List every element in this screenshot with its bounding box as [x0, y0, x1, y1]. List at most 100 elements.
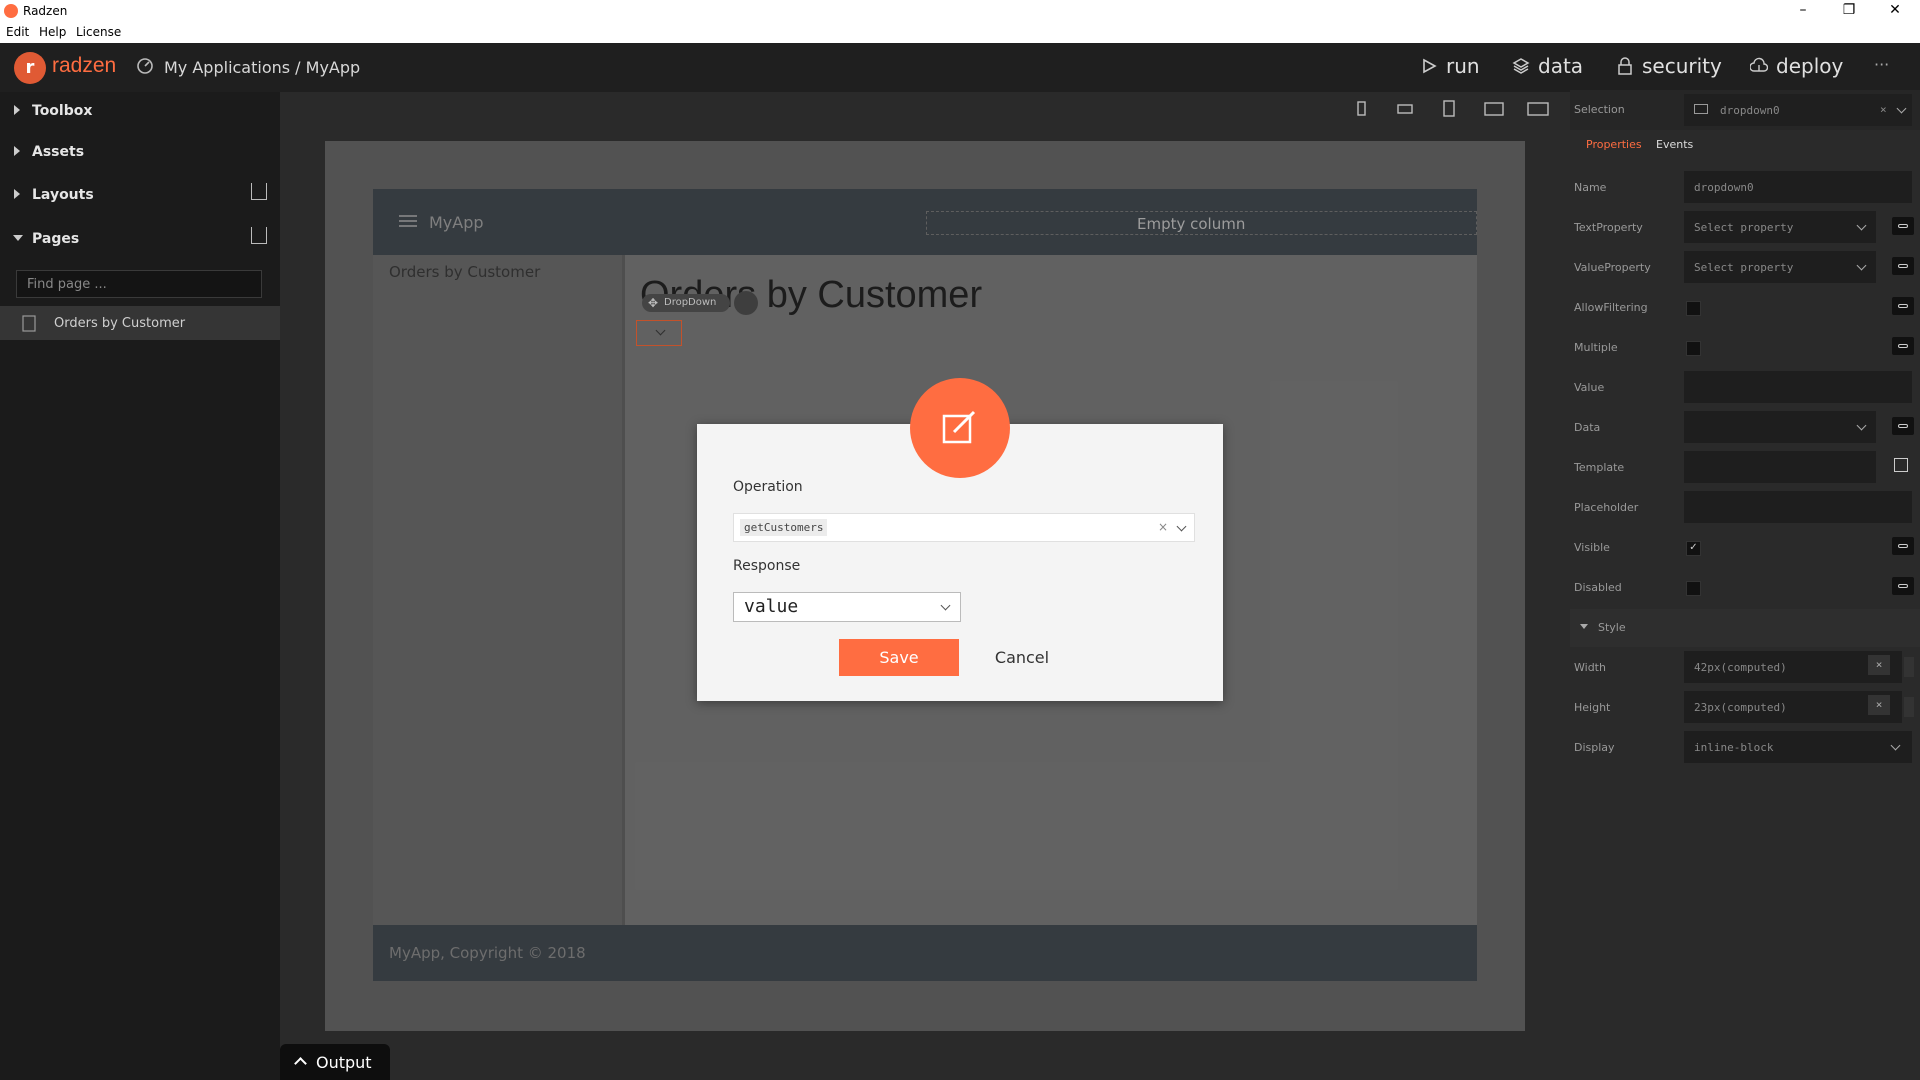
security-label: security — [1642, 54, 1722, 78]
dashboard-icon[interactable] — [136, 56, 154, 74]
property-label: Multiple — [1574, 341, 1618, 354]
property-row-valueproperty: ValueProperty Select property — [1570, 249, 1920, 287]
restore-icon[interactable]: ❐ — [1826, 0, 1872, 22]
textproperty-select[interactable]: Select property — [1684, 211, 1876, 243]
bind-link-icon[interactable] — [1892, 577, 1914, 595]
window-title: Radzen — [23, 4, 68, 18]
value-field[interactable] — [1684, 371, 1912, 403]
multiple-checkbox[interactable] — [1686, 341, 1701, 356]
template-field[interactable] — [1684, 451, 1876, 483]
property-label: AllowFiltering — [1574, 301, 1648, 314]
name-field[interactable]: dropdown0 — [1684, 171, 1912, 203]
menu-help[interactable]: Help — [39, 25, 66, 39]
more-icon[interactable]: ··· — [1874, 55, 1889, 74]
select-value: Select property — [1694, 221, 1794, 234]
stepper-icon[interactable] — [1904, 697, 1914, 717]
bind-link-icon[interactable] — [1892, 537, 1914, 555]
property-row-data: Data — [1570, 409, 1920, 447]
clear-icon[interactable]: × — [1868, 655, 1890, 675]
allowfiltering-checkbox[interactable] — [1686, 301, 1701, 316]
clear-icon[interactable]: × — [1868, 695, 1890, 715]
property-label: Disabled — [1574, 581, 1622, 594]
field-value: 23px(computed) — [1694, 701, 1787, 714]
disabled-checkbox[interactable] — [1686, 581, 1701, 596]
property-label: Data — [1574, 421, 1601, 434]
selection-dropdown[interactable]: dropdown0 × — [1684, 94, 1912, 126]
chevron-up-icon — [294, 1057, 307, 1070]
sidebar-item-pages[interactable]: Pages — [0, 220, 280, 260]
property-row-value: Value — [1570, 369, 1920, 407]
response-label: Response — [733, 558, 801, 574]
chevron-down-icon — [1856, 220, 1867, 231]
tab-properties[interactable]: Properties — [1586, 138, 1642, 151]
layers-icon — [1512, 58, 1530, 74]
valueproperty-select[interactable]: Select property — [1684, 251, 1876, 283]
cancel-button[interactable]: Cancel — [980, 639, 1064, 676]
stepper-icon[interactable] — [1904, 657, 1914, 677]
close-icon[interactable]: ✕ — [1872, 0, 1918, 22]
display-select[interactable]: inline-block — [1684, 731, 1912, 763]
run-button[interactable]: run — [1420, 54, 1480, 78]
selection-label: Selection — [1574, 103, 1625, 116]
width-field[interactable]: 42px(computed) × — [1684, 651, 1902, 683]
breadcrumb[interactable]: My Applications / MyApp — [164, 58, 360, 77]
chevron-down-icon — [1856, 260, 1867, 271]
property-row-template: Template — [1570, 449, 1920, 487]
selection-value: dropdown0 — [1720, 104, 1780, 117]
save-button[interactable]: Save — [839, 639, 959, 676]
placeholder-field[interactable] — [1684, 491, 1912, 523]
operation-value-chip: getCustomers — [740, 519, 828, 536]
style-section-header[interactable]: Style — [1570, 609, 1920, 647]
sidebar-item-label: Assets — [32, 144, 85, 160]
data-select[interactable] — [1684, 411, 1876, 443]
minimize-icon[interactable]: – — [1780, 0, 1826, 22]
page-list-item[interactable]: Orders by Customer — [0, 306, 280, 340]
menu-edit[interactable]: Edit — [6, 25, 29, 39]
property-label: TextProperty — [1574, 221, 1643, 234]
selection-row: Selection dropdown0 × — [1570, 90, 1920, 130]
page-list-label: Orders by Customer — [54, 316, 186, 331]
deploy-button[interactable]: deploy — [1750, 54, 1843, 78]
property-row-name: Name dropdown0 — [1570, 169, 1920, 207]
property-label: ValueProperty — [1574, 261, 1651, 274]
clear-selection-icon[interactable]: × — [1880, 103, 1887, 116]
tab-events[interactable]: Events — [1656, 138, 1693, 151]
radzen-logo-icon: r — [14, 52, 46, 84]
visible-checkbox[interactable]: ✓ — [1686, 541, 1701, 556]
sidebar-item-layouts[interactable]: Layouts — [0, 176, 280, 216]
chevron-down-icon — [1856, 420, 1867, 431]
menu-license[interactable]: License — [76, 25, 121, 39]
security-button[interactable]: security — [1616, 54, 1722, 78]
response-select[interactable]: value — [733, 592, 961, 622]
bind-link-icon[interactable] — [1892, 417, 1914, 435]
caret-right-icon — [14, 189, 20, 199]
caret-right-icon — [14, 146, 20, 156]
component-icon — [1694, 104, 1708, 114]
height-field[interactable]: 23px(computed) × — [1684, 691, 1902, 723]
sidebar-item-toolbox[interactable]: Toolbox — [0, 92, 280, 132]
chevron-down-icon — [940, 600, 951, 611]
deploy-label: deploy — [1776, 54, 1844, 78]
chevron-down-icon — [1890, 740, 1901, 751]
add-layout-icon[interactable] — [251, 183, 267, 200]
data-button[interactable]: data — [1512, 54, 1583, 78]
bind-link-icon[interactable] — [1892, 337, 1914, 355]
select-value: Select property — [1694, 261, 1794, 274]
data-label: data — [1538, 54, 1584, 78]
bind-link-icon[interactable] — [1892, 217, 1914, 235]
find-page-input[interactable]: Find page ... — [16, 270, 262, 298]
add-page-icon[interactable] — [251, 227, 267, 244]
caret-down-icon — [1580, 624, 1588, 629]
bind-link-icon[interactable] — [1892, 257, 1914, 275]
operation-label: Operation — [733, 479, 803, 495]
caret-right-icon — [14, 105, 20, 115]
sidebar-item-assets[interactable]: Assets — [0, 133, 280, 173]
clear-selection-icon[interactable]: × — [1158, 520, 1168, 534]
lock-icon — [1618, 57, 1632, 75]
edit-template-icon[interactable] — [1894, 458, 1908, 472]
output-panel-toggle[interactable]: Output — [280, 1044, 390, 1080]
bind-link-icon[interactable] — [1892, 297, 1914, 315]
property-label: Placeholder — [1574, 501, 1639, 514]
cloud-upload-icon — [1750, 57, 1768, 72]
radzen-app-icon — [4, 4, 18, 18]
